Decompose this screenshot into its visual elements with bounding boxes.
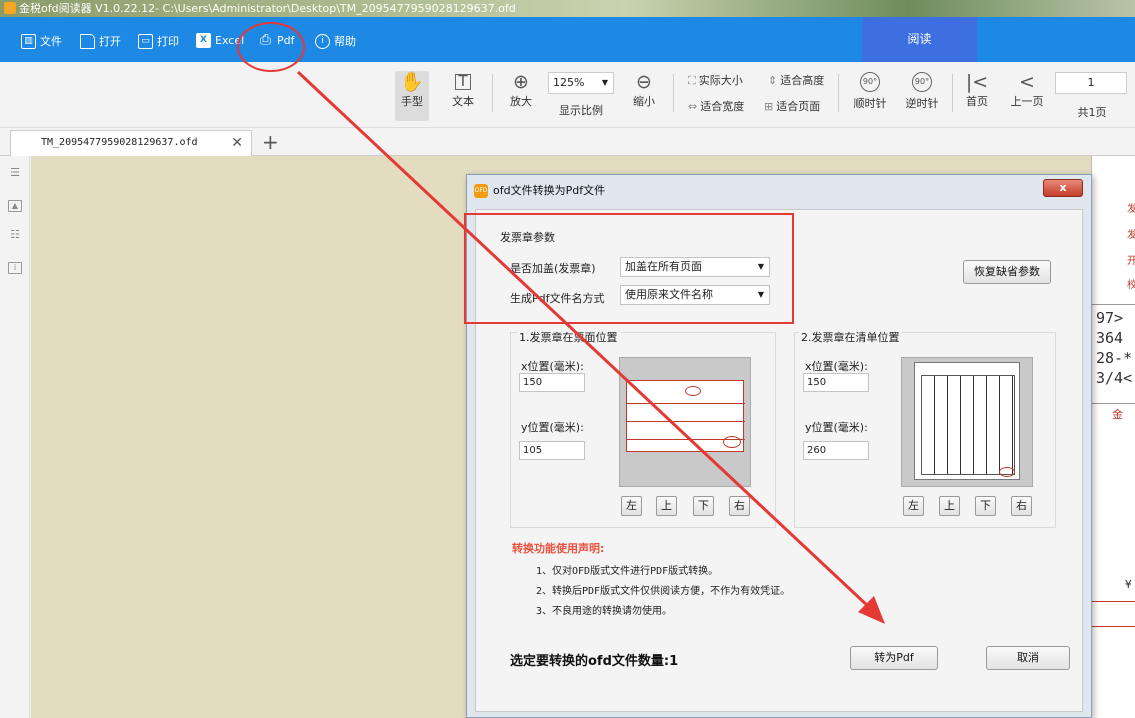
- arrow-shaft: [296, 70, 872, 610]
- annotation-arrow: [296, 70, 885, 624]
